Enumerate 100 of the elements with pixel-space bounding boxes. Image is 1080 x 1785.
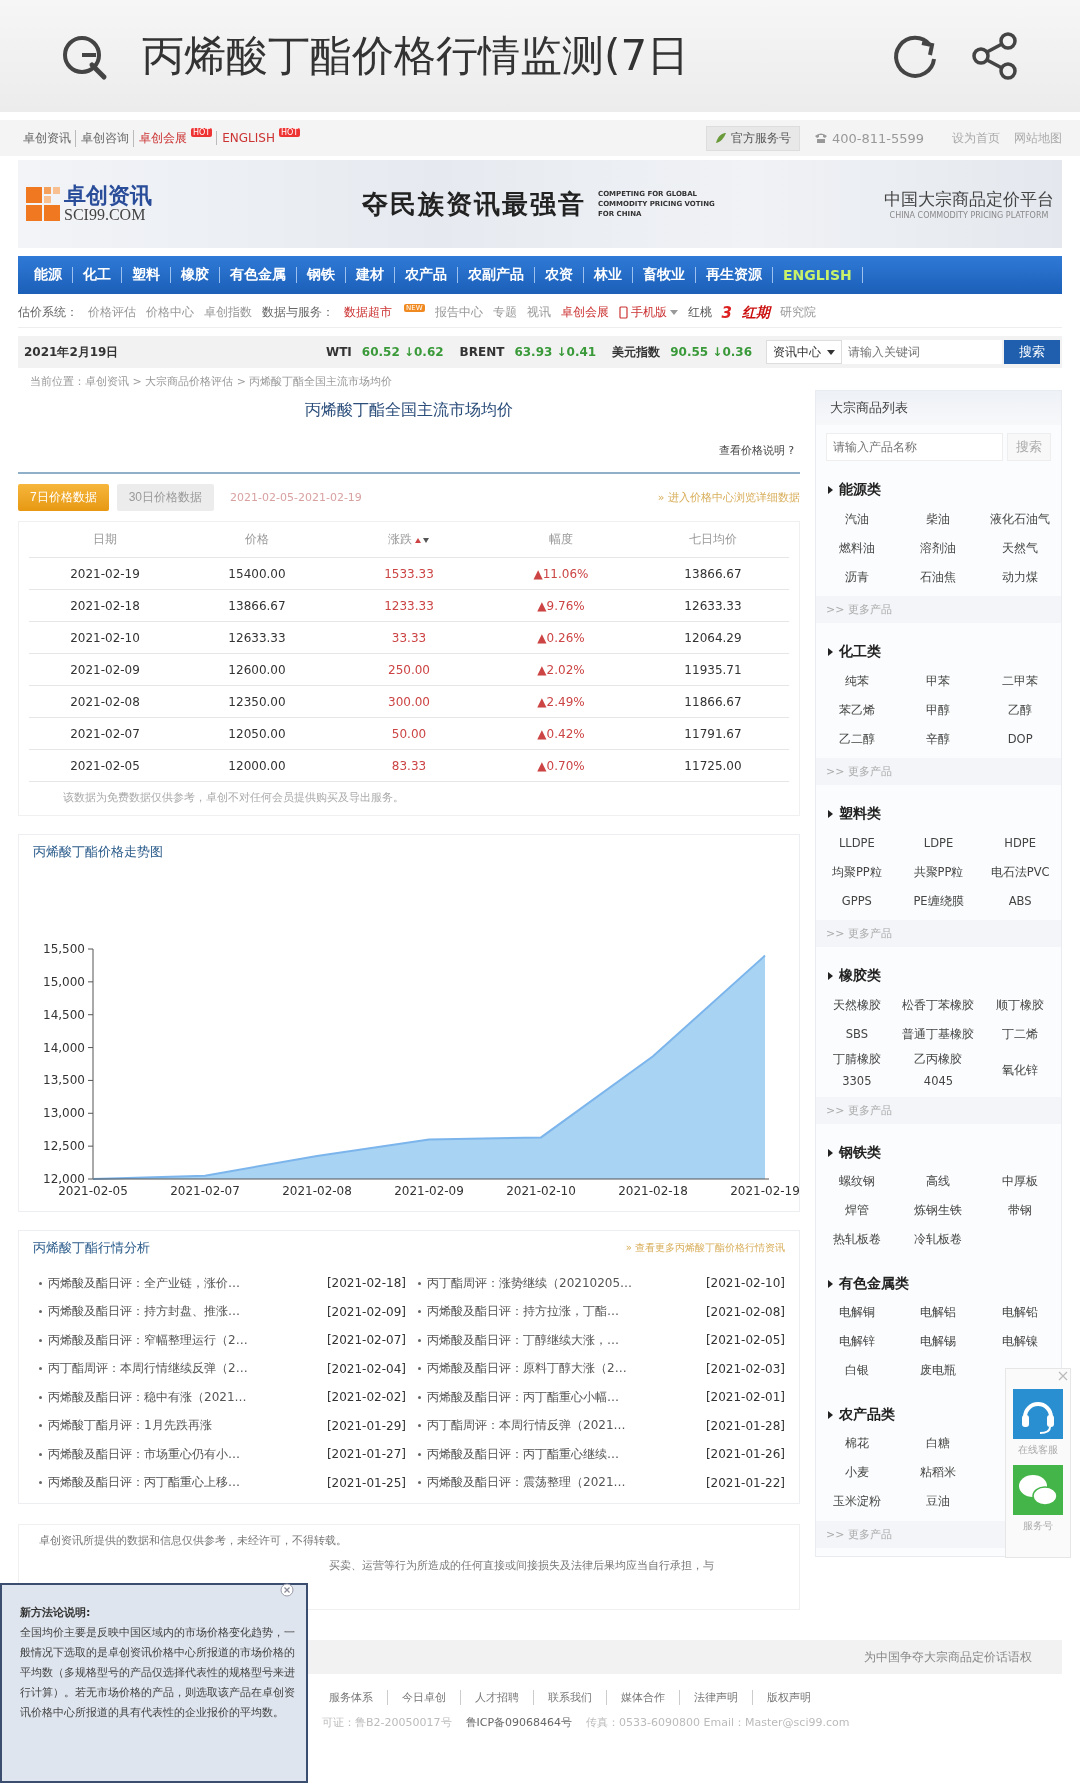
product-link[interactable]: 带钢 xyxy=(979,1200,1061,1223)
product-link[interactable]: 溶剂油 xyxy=(897,537,980,560)
product-link[interactable]: ABS xyxy=(979,890,1061,913)
category-heading[interactable]: 塑料类 xyxy=(839,805,881,823)
product-link[interactable]: 白糖 xyxy=(897,1433,980,1456)
news-link[interactable]: 丙烯酸及酯日评：丙丁酯重心继续… xyxy=(427,1445,706,1463)
nav-item[interactable]: 钢铁 xyxy=(297,266,345,284)
footer-link[interactable]: 法律声明 xyxy=(679,1690,738,1705)
product-link[interactable]: 甲苯 xyxy=(897,670,980,693)
product-link[interactable]: GPPS xyxy=(816,890,898,913)
footer-link[interactable]: 今日卓创 xyxy=(387,1690,446,1705)
product-link[interactable]: 电解铝 xyxy=(897,1302,980,1325)
news-link[interactable]: 丙烯酸及酯日评：持方封盘、推涨… xyxy=(48,1303,327,1321)
product-link[interactable]: 棉花 xyxy=(816,1433,898,1456)
news-link[interactable]: 丙烯酸及酯日评：震荡整理（2021… xyxy=(427,1474,706,1492)
nav-item[interactable]: 塑料 xyxy=(122,266,170,284)
product-link[interactable]: 共聚PP粒 xyxy=(897,861,980,884)
product-link[interactable]: 沥青 xyxy=(816,566,898,589)
product-link[interactable]: 冷轧板卷 xyxy=(897,1229,980,1252)
product-link[interactable]: 丁二烯 xyxy=(979,1023,1061,1046)
product-link[interactable]: 电解铅 xyxy=(979,1302,1061,1325)
product-link[interactable]: 石油焦 xyxy=(897,566,980,589)
news-link[interactable]: 丙烯酸及酯日评：丙丁酯重心上移… xyxy=(48,1474,327,1492)
headset-icon[interactable] xyxy=(1013,1389,1063,1439)
news-link[interactable]: 丙烯酸丁酯月评：1月先跌再涨 xyxy=(48,1417,327,1435)
category-dropdown[interactable]: 资讯中心 xyxy=(766,340,842,364)
product-link[interactable]: 松香丁苯橡胶 xyxy=(897,994,980,1017)
product-link[interactable]: 丁腈橡胶 3305 xyxy=(816,1049,898,1093)
footer-link[interactable]: 人才招聘 xyxy=(460,1690,519,1705)
product-link[interactable]: 汽油 xyxy=(816,508,898,531)
product-link[interactable]: LLDPE xyxy=(816,832,898,855)
category-heading[interactable]: 能源类 xyxy=(839,481,881,499)
product-link[interactable]: 均聚PP粒 xyxy=(816,861,898,884)
news-link[interactable]: 丙丁酯周评：本周行情继续反弹（2… xyxy=(48,1360,327,1378)
product-link[interactable]: SBS xyxy=(816,1023,898,1046)
close-icon[interactable] xyxy=(280,1583,294,1597)
menu-link[interactable]: 红期 xyxy=(742,303,771,322)
product-search-field[interactable]: 请输入产品名称 xyxy=(826,433,1003,461)
nav-item[interactable]: 化工 xyxy=(73,266,121,284)
product-link[interactable]: 电石法PVC xyxy=(979,861,1061,884)
footer-link[interactable]: 联系我们 xyxy=(533,1690,592,1705)
product-link[interactable]: HDPE xyxy=(979,832,1061,855)
category-heading[interactable]: 化工类 xyxy=(839,643,881,661)
nav-item[interactable]: 有色金属 xyxy=(220,266,296,284)
product-link[interactable]: 柴油 xyxy=(897,508,980,531)
product-link[interactable]: 乙二醇 xyxy=(816,728,898,751)
top-link[interactable]: 卓创咨询 xyxy=(75,129,129,147)
product-link[interactable]: 二甲苯 xyxy=(979,670,1061,693)
news-link[interactable]: 丙丁酯周评：涨势继续（20210205… xyxy=(427,1274,706,1292)
product-link[interactable]: 小麦 xyxy=(816,1462,898,1485)
nav-item[interactable]: 农副产品 xyxy=(458,266,534,284)
top-link[interactable]: 卓创会展 xyxy=(133,129,187,147)
product-link[interactable]: 纯苯 xyxy=(816,670,898,693)
top-link[interactable]: 卓创资讯 xyxy=(18,129,71,147)
help-link[interactable]: 查看价格说明 ? xyxy=(718,444,794,457)
news-link[interactable]: 丙烯酸及酯日评：窄幅整理运行（2… xyxy=(48,1331,327,1349)
search-field[interactable]: 请输入关键词 xyxy=(842,340,1002,364)
product-link[interactable]: 炼钢生铁 xyxy=(897,1200,980,1223)
product-link[interactable]: 苯乙烯 xyxy=(816,699,898,722)
menu-link[interactable]: 红桃 xyxy=(687,304,712,321)
sort-icon[interactable] xyxy=(414,535,430,544)
product-link[interactable]: 电解锡 xyxy=(897,1331,980,1354)
product-link[interactable]: 天然橡胶 xyxy=(816,994,898,1017)
news-link[interactable]: 丙烯酸及酯日评：稳中有涨（2021… xyxy=(48,1388,327,1406)
category-heading[interactable]: 钢铁类 xyxy=(839,1143,881,1162)
nav-item[interactable]: ENGLISH xyxy=(773,267,862,283)
product-link[interactable]: 燃料油 xyxy=(816,537,898,560)
nav-item[interactable]: 建材 xyxy=(346,266,394,284)
product-link[interactable]: 中厚板 xyxy=(979,1171,1061,1194)
product-link[interactable]: PE缠绕膜 xyxy=(897,890,980,913)
product-link[interactable]: 粘稻米 xyxy=(897,1462,980,1485)
chat-icon[interactable] xyxy=(1013,1465,1063,1515)
product-link[interactable]: 热轧板卷 xyxy=(816,1229,898,1252)
news-link[interactable]: 丙烯酸及酯日评：持方拉涨，丁酯… xyxy=(427,1303,706,1321)
product-link[interactable]: 动力煤 xyxy=(979,566,1061,589)
menu-link[interactable]: 卓创会展 xyxy=(560,304,609,321)
product-link[interactable]: 顺丁橡胶 xyxy=(979,994,1061,1017)
product-link[interactable]: 普通丁基橡胶 xyxy=(897,1023,980,1046)
product-link[interactable]: 电解镍 xyxy=(979,1331,1061,1354)
category-heading[interactable]: 农产品类 xyxy=(839,1405,895,1424)
nav-item[interactable]: 农产品 xyxy=(395,266,457,284)
nav-item[interactable]: 再生资源 xyxy=(696,266,772,284)
category-heading[interactable]: 橡胶类 xyxy=(839,967,881,985)
nav-item[interactable]: 橡胶 xyxy=(171,266,219,284)
product-link[interactable]: 白银 xyxy=(816,1360,898,1383)
product-link[interactable]: 电解铜 xyxy=(816,1302,898,1325)
share-icon[interactable] xyxy=(970,31,1020,81)
top-link[interactable]: ENGLISH xyxy=(216,131,275,145)
product-link[interactable]: 废电瓶 xyxy=(897,1360,980,1383)
search-button[interactable]: 搜索 xyxy=(1004,340,1060,364)
nav-item[interactable]: 农资 xyxy=(535,266,583,284)
product-link[interactable]: 液化石油气 xyxy=(979,508,1061,531)
product-link[interactable]: 乙醇 xyxy=(979,699,1061,722)
news-link[interactable]: 丙烯酸及酯日评：全产业链，涨价… xyxy=(48,1274,327,1292)
news-link[interactable]: 丙烯酸及酯日评：丙丁酯重心小幅… xyxy=(427,1388,706,1406)
news-link[interactable]: 丙烯酸及酯日评：原料丁醇大涨（2… xyxy=(427,1360,706,1378)
nav-item[interactable]: 林业 xyxy=(584,266,632,284)
news-link[interactable]: 丙烯酸及酯日评：丁醇继续大涨，… xyxy=(427,1331,706,1349)
product-link[interactable]: 电解锌 xyxy=(816,1331,898,1354)
footer-link[interactable]: 媒体合作 xyxy=(606,1690,665,1705)
